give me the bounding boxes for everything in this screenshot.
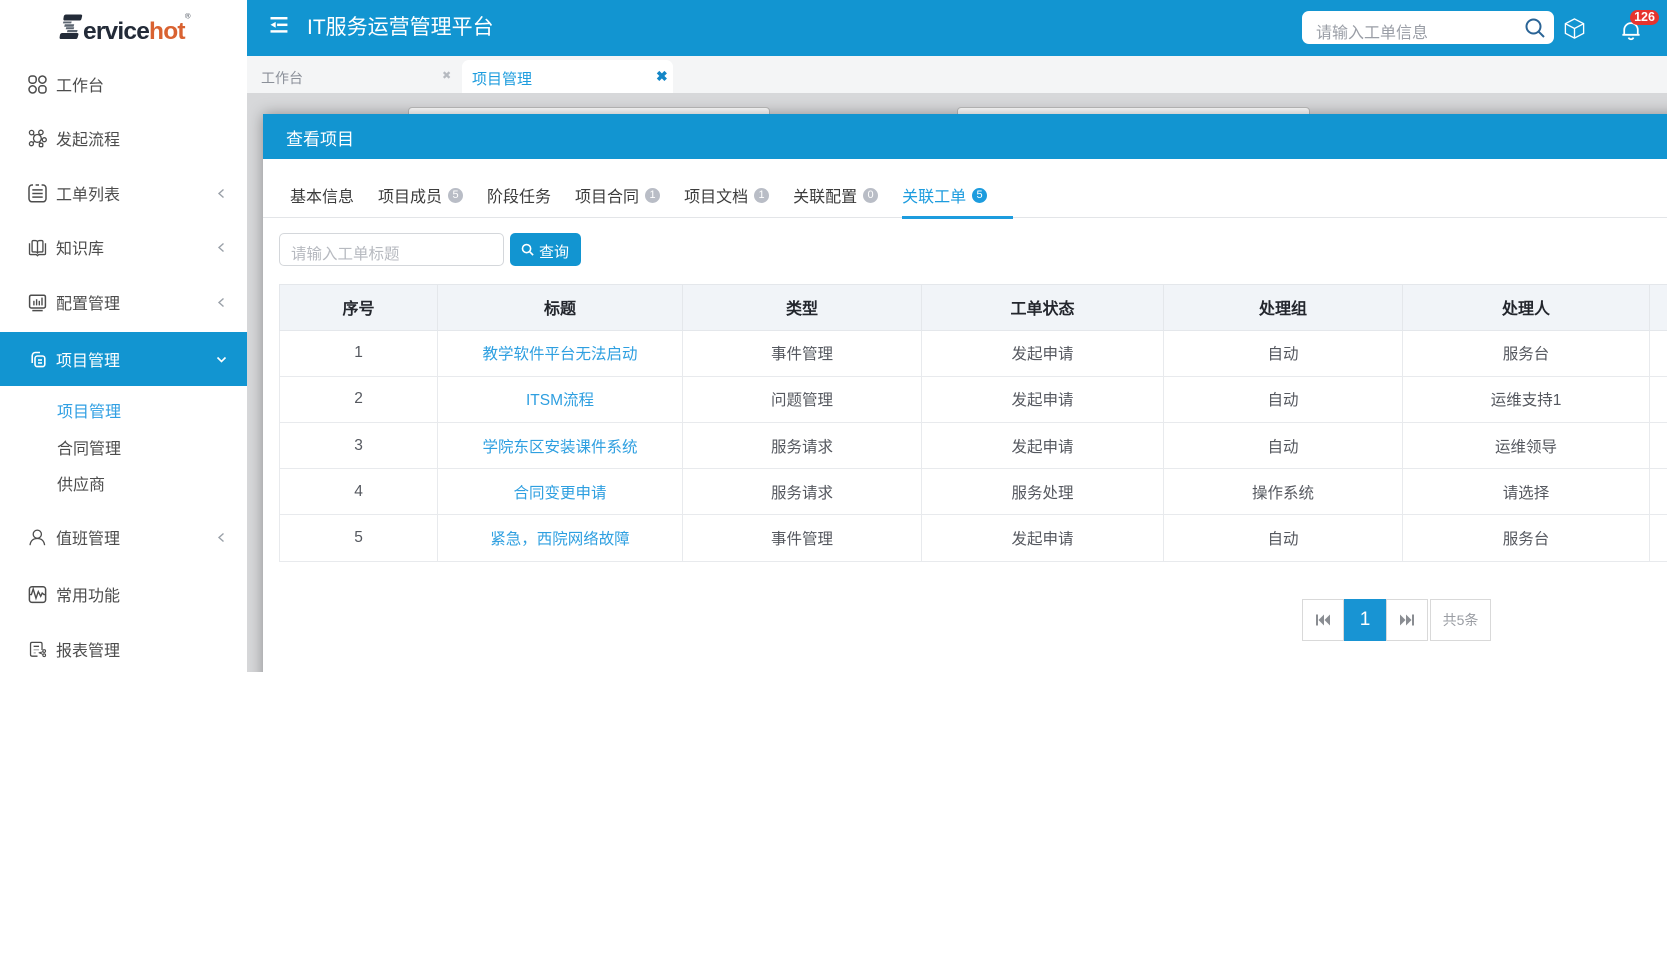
svg-text:®: ® bbox=[185, 12, 191, 21]
svg-text:ervicehot: ervicehot bbox=[83, 18, 185, 45]
